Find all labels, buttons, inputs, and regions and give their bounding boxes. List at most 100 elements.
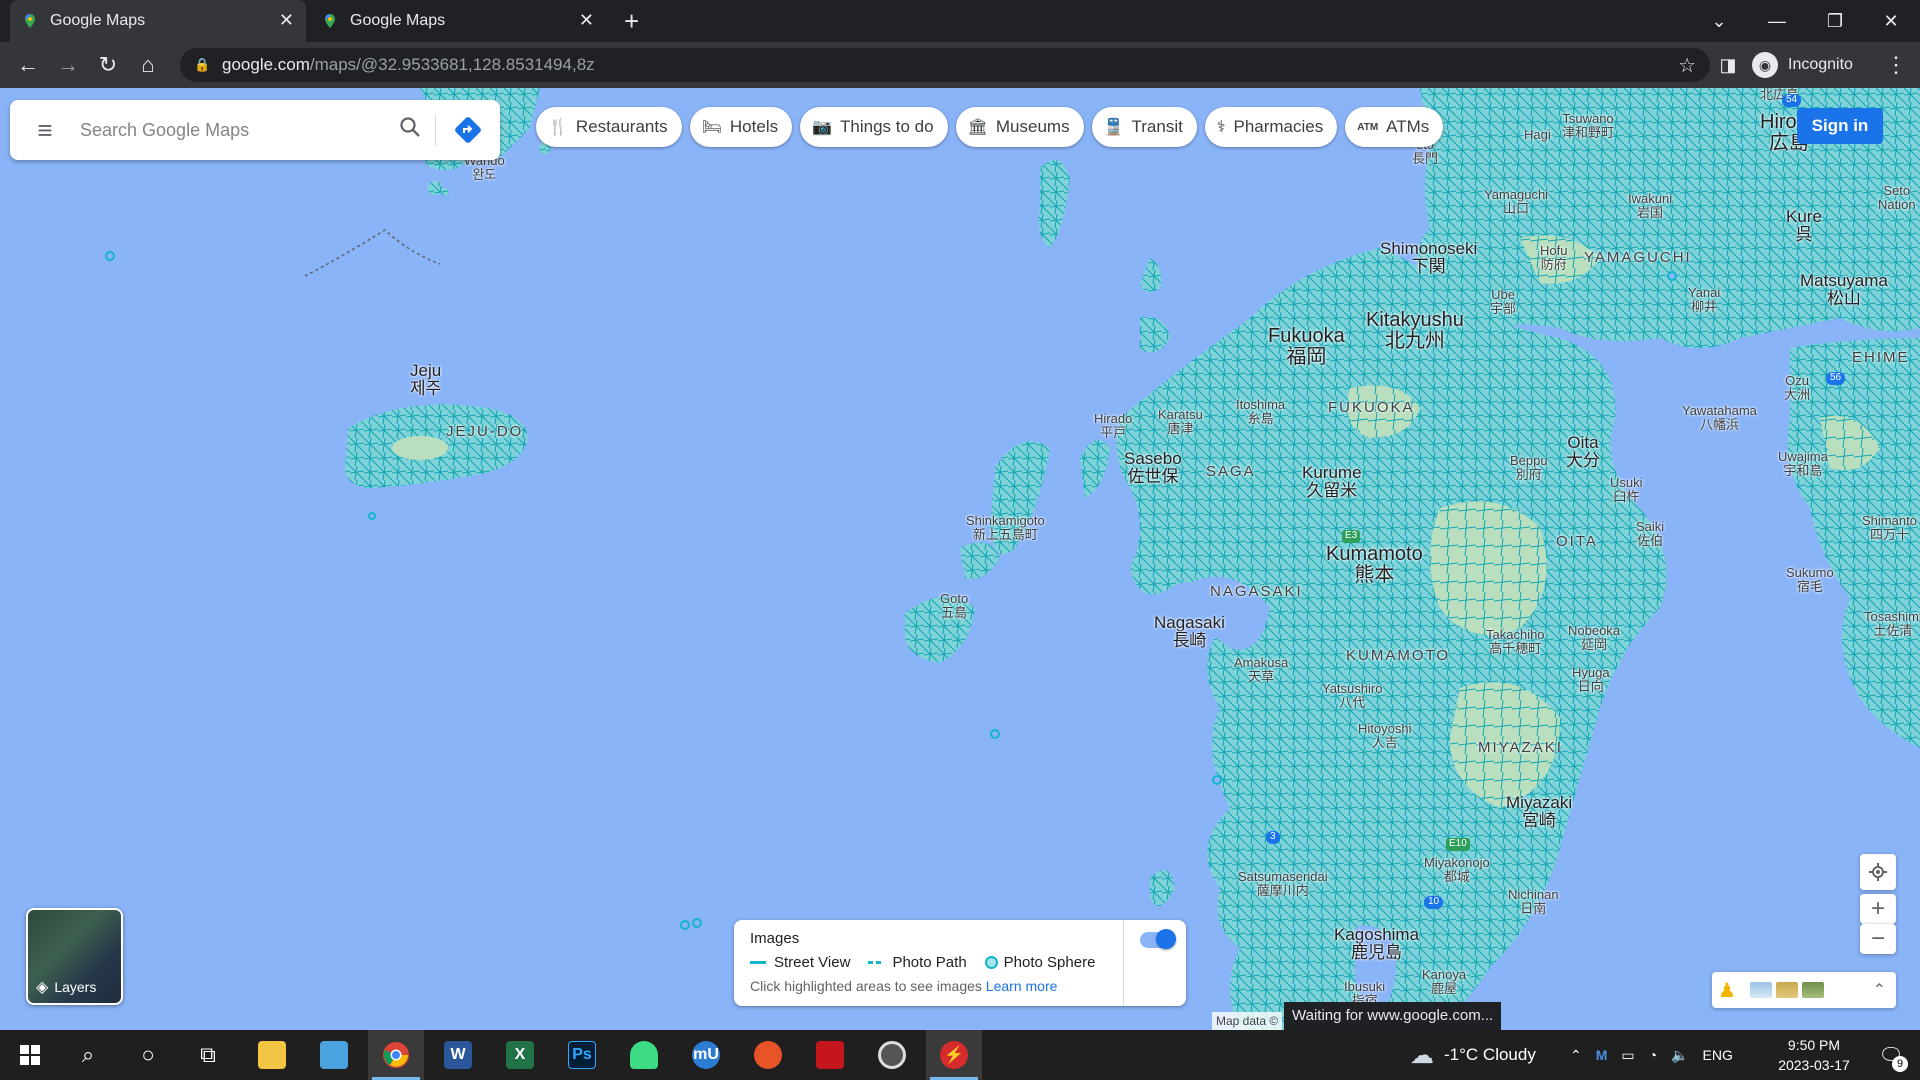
flash-app-icon[interactable]: ⚡ (926, 1030, 982, 1080)
sign-in-button[interactable]: Sign in (1797, 108, 1883, 144)
map-label-karatsu[interactable]: Karatsu 唐津 (1158, 408, 1203, 435)
map-label-hirado[interactable]: Hirado 平戸 (1094, 412, 1132, 439)
search-icon[interactable] (385, 116, 435, 145)
new-tab-button[interactable]: + (624, 6, 639, 37)
incognito-profile-button[interactable]: ◉ Incognito (1752, 48, 1853, 82)
images-toggle[interactable] (1140, 929, 1176, 949)
map-label-uwajima[interactable]: Uwajima 宇和島 (1778, 450, 1828, 477)
search-input[interactable] (80, 110, 385, 150)
volume-icon[interactable]: 🔈 (1671, 1047, 1688, 1064)
cortana-icon[interactable]: ○ (120, 1030, 176, 1080)
map-label-saiki[interactable]: Saiki 佐伯 (1636, 520, 1664, 547)
map-label-kanoya[interactable]: Kanoya 鹿屋 (1422, 968, 1466, 995)
map-label-iwakuni[interactable]: Iwakuni 岩国 (1628, 192, 1672, 219)
photoshop-icon[interactable]: Ps (554, 1030, 610, 1080)
chip-museums[interactable]: 🏛 Museums (955, 107, 1084, 147)
taskbar-clock[interactable]: 9:50 PM 2023-03-17 (1766, 1035, 1862, 1075)
zoom-in-button[interactable]: + (1860, 894, 1896, 924)
map-label-miyakonojo[interactable]: Miyakonojo 都城 (1424, 856, 1490, 883)
recorder-app-icon[interactable] (802, 1030, 858, 1080)
map-label-usuki[interactable]: Usuki 臼杵 (1610, 476, 1643, 503)
map-label-goto[interactable]: Goto 五島 (940, 592, 968, 619)
browser-tab-1[interactable]: Google Maps ✕ (10, 0, 306, 42)
map-label-tsuwano[interactable]: Tsuwano 津和野町 (1562, 112, 1614, 139)
map-label-shimanto[interactable]: Shimanto 四万十 (1862, 514, 1917, 541)
map-label-itoshima[interactable]: Itoshima 糸島 (1236, 398, 1285, 425)
map-label-kurume[interactable]: Kurume 久留米 (1302, 464, 1362, 500)
map-label-fukuoka[interactable]: Fukuoka 福岡 (1268, 326, 1345, 368)
network-icon[interactable]: ◔ (1649, 1047, 1657, 1063)
weather-widget[interactable]: ☁ -1°C Cloudy (1410, 1030, 1536, 1080)
close-window-button[interactable]: ✕ (1862, 0, 1920, 42)
map-attribution[interactable]: Map data © (1212, 1012, 1283, 1030)
file-explorer-icon[interactable] (244, 1030, 300, 1080)
address-bar[interactable]: 🔒 google.com/maps/@32.9533681,128.853149… (180, 48, 1710, 82)
map-label-hitoyoshi[interactable]: Hitoyoshi 人吉 (1358, 722, 1411, 749)
hamburger-menu-icon[interactable]: ≡ (10, 115, 80, 146)
map-label-nobeoka[interactable]: Nobeoka 延岡 (1568, 624, 1620, 651)
chip-hotels[interactable]: 🛏 Hotels (689, 107, 793, 147)
chip-things-to-do[interactable]: 📷 Things to do (800, 107, 948, 147)
map-label-amakusa[interactable]: Amakusa 天草 (1234, 656, 1288, 683)
excel-icon[interactable]: X (492, 1030, 548, 1080)
directions-icon[interactable] (436, 116, 500, 144)
reload-button[interactable]: ↻ (88, 42, 128, 88)
browser-tab-2[interactable]: Google Maps ✕ (310, 0, 606, 42)
map-label-kumamoto[interactable]: Kumamoto 熊本 (1326, 544, 1423, 586)
map-label-sasebo[interactable]: Sasebo 佐世保 (1124, 450, 1182, 486)
control-panel-icon[interactable] (306, 1030, 362, 1080)
map-label-kure[interactable]: Kure 呉 (1786, 208, 1822, 244)
chip-pharmacies[interactable]: ⚕ Pharmacies (1204, 107, 1338, 147)
chip-atms[interactable]: ATM ATMs (1345, 107, 1444, 147)
map-label-tosashimizu[interactable]: Tosashimi 土佐清 (1864, 610, 1920, 637)
task-view-icon[interactable]: ⧉ (180, 1030, 236, 1080)
chip-restaurants[interactable]: 🍴 Restaurants (536, 107, 682, 147)
map-label-matsuyama[interactable]: Matsuyama 松山 (1800, 272, 1888, 308)
side-panel-icon[interactable]: ◨ (1708, 42, 1748, 88)
home-button[interactable]: ⌂ (128, 42, 168, 88)
map-label-hagi[interactable]: Hagi (1524, 128, 1551, 142)
map-label-satsumasendai[interactable]: Satsumasendai 薩摩川内 (1238, 870, 1328, 897)
map-label-shimonoseki[interactable]: Shimonoseki 下関 (1380, 240, 1477, 276)
map-label-sukumo[interactable]: Sukumo 宿毛 (1786, 566, 1834, 593)
map-label-takachiho[interactable]: Takachiho 高千穂町 (1486, 628, 1545, 655)
tab-search-chevron-icon[interactable]: ⌄ (1690, 0, 1748, 42)
map-canvas[interactable]: Jeju 제주 JEJU-DO Wando 완도 Hirosh 広島 北広島 Tsuw… (0, 88, 1920, 1030)
taskbar-search-icon[interactable]: ⌕ (60, 1030, 116, 1080)
minimize-button[interactable]: — (1748, 0, 1806, 42)
forward-button[interactable]: → (48, 42, 88, 88)
pegman-icon[interactable]: ♟ (1712, 978, 1742, 1003)
map-label-ube[interactable]: Ube 宇部 (1490, 288, 1516, 315)
notification-center-icon[interactable]: 🗨 9 (1866, 1030, 1916, 1080)
zoom-out-button[interactable]: − (1860, 924, 1896, 954)
map-label-yawatahama[interactable]: Yawatahama 八幡浜 (1682, 404, 1757, 431)
layers-button[interactable]: ◈ Layers (26, 908, 123, 1005)
back-button[interactable]: ← (8, 42, 48, 88)
imagery-thumbnails[interactable] (1750, 982, 1824, 998)
map-label-beppu[interactable]: Beppu 別府 (1510, 454, 1548, 481)
word-icon[interactable]: W (430, 1030, 486, 1080)
map-label-hyuga[interactable]: Hyuga 日向 (1572, 666, 1610, 693)
restore-button[interactable]: ❐ (1806, 0, 1864, 42)
map-label-yamaguchi[interactable]: Yamaguchi 山口 (1484, 188, 1548, 215)
map-label-ozu[interactable]: Ozu 大洲 (1784, 374, 1810, 401)
map-label-nichinan[interactable]: Nichinan 日南 (1508, 888, 1559, 915)
media-app-icon[interactable] (740, 1030, 796, 1080)
battery-icon[interactable]: ▭ (1621, 1047, 1634, 1064)
map-label-kagoshima[interactable]: Kagoshima 鹿児島 (1334, 926, 1419, 962)
disc-app-icon[interactable] (864, 1030, 920, 1080)
map-label-oita[interactable]: Oita 大分 (1566, 434, 1600, 470)
expand-chevron-icon[interactable]: ⌃ (1873, 980, 1886, 1000)
browser-menu-icon[interactable]: ⋮ (1876, 42, 1916, 88)
learn-more-link[interactable]: Learn more (986, 978, 1058, 994)
mu-app-icon[interactable]: mU (678, 1030, 734, 1080)
chrome-icon[interactable] (368, 1030, 424, 1080)
map-label-kitakyushu[interactable]: Kitakyushu 北九州 (1366, 310, 1464, 352)
tray-chevron-icon[interactable]: ⌃ (1570, 1047, 1582, 1064)
map-label-nagasaki[interactable]: Nagasaki 長崎 (1154, 614, 1225, 650)
map-label-jeju[interactable]: Jeju 제주 (410, 362, 441, 398)
map-label-yanai[interactable]: Yanai 柳井 (1688, 286, 1720, 313)
map-label-hofu[interactable]: Hofu 防府 (1540, 244, 1567, 271)
chip-transit[interactable]: 🚆 Transit (1091, 107, 1197, 147)
map-label-miyazaki[interactable]: Miyazaki 宮崎 (1506, 794, 1572, 830)
